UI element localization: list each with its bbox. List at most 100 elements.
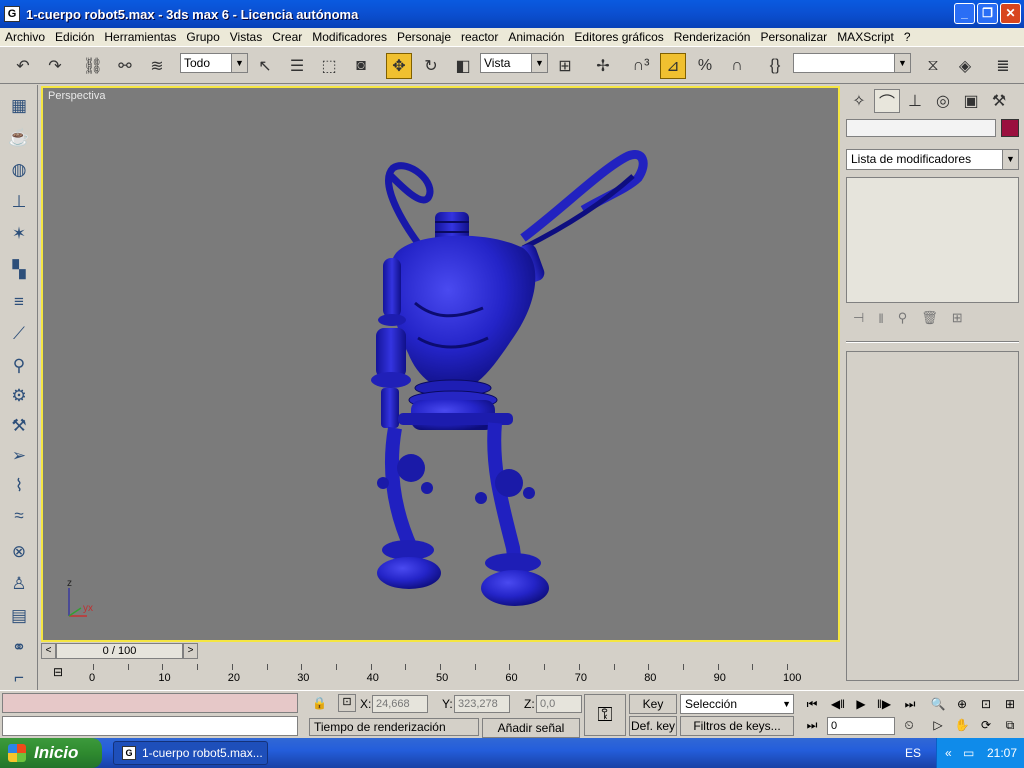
undo-icon[interactable]: ↶ xyxy=(10,53,36,79)
add-time-tag-button[interactable]: Añadir señal tiempo xyxy=(482,718,580,753)
modifier-list-dropdown[interactable]: Lista de modificadores ▼ xyxy=(846,149,1019,170)
select-by-name-icon[interactable]: ☰ xyxy=(284,53,310,79)
track-bar[interactable]: ⊟ 0 10 20 30 40 50 60 70 80 90 100 xyxy=(41,662,840,687)
select-and-scale-icon[interactable]: ◧ xyxy=(450,53,476,79)
bind-space-warp-icon[interactable]: ≋ xyxy=(144,53,170,79)
link-icon[interactable]: ⛓ xyxy=(80,53,106,79)
time-slider-prev[interactable]: < xyxy=(41,643,56,659)
rectangular-selection-icon[interactable]: ⬚ xyxy=(316,53,342,79)
tray-arrow-icon[interactable]: « xyxy=(945,738,952,768)
language-indicator[interactable]: ES xyxy=(905,738,921,768)
menu-vistas[interactable]: Vistas xyxy=(225,30,267,44)
pan-icon[interactable]: ✋ xyxy=(952,715,972,735)
time-slider-thumb[interactable]: 0 / 100 xyxy=(56,643,183,659)
snap-3d-icon[interactable]: ∩³ xyxy=(628,53,654,79)
previous-frame-icon[interactable]: ◀‖ xyxy=(828,694,848,714)
unlink-icon[interactable]: ⚯ xyxy=(112,53,138,79)
menu-archivo[interactable]: Archivo xyxy=(0,30,50,44)
pin-stack-icon[interactable]: ⊣ xyxy=(853,310,864,326)
bone-icon[interactable]: ⌐ xyxy=(6,665,32,691)
key-filters-button[interactable]: Filtros de keys... xyxy=(680,716,794,736)
pivot-center-icon[interactable]: ⊞ xyxy=(552,53,578,79)
go-to-start-icon[interactable]: ⏮ xyxy=(802,694,822,714)
star-icon[interactable]: ✶ xyxy=(6,221,32,247)
layer-manager-icon[interactable]: ≣ xyxy=(990,53,1016,79)
chain-icon[interactable]: ⚭ xyxy=(6,635,32,661)
window-crossing-icon[interactable]: ◙ xyxy=(348,53,374,79)
wrench-icon[interactable]: ⚒ xyxy=(6,413,32,439)
maximize-button[interactable]: ❐ xyxy=(977,3,998,24)
menu-help[interactable]: ? xyxy=(899,30,916,44)
current-frame-field[interactable]: 0 xyxy=(827,717,895,735)
make-unique-icon[interactable]: ⚲ xyxy=(898,310,908,326)
maximize-viewport-icon[interactable]: ⧉ xyxy=(1000,715,1020,735)
redo-icon[interactable]: ↷ xyxy=(42,53,68,79)
cloth-icon[interactable]: ▤ xyxy=(6,603,32,629)
prompt-line[interactable] xyxy=(2,716,298,736)
manipulate-icon[interactable]: ✢ xyxy=(590,53,616,79)
lock-selection-icon[interactable]: 🔒 xyxy=(312,696,327,710)
menu-modificadores[interactable]: Modificadores xyxy=(307,30,392,44)
zoom-all-icon[interactable]: ⊕ xyxy=(952,694,972,714)
create-tab-icon[interactable]: ✧ xyxy=(846,89,872,113)
menu-crear[interactable]: Crear xyxy=(267,30,307,44)
app-icon[interactable]: G xyxy=(4,6,20,22)
robot-model[interactable] xyxy=(43,88,838,640)
spinner-snap-icon[interactable]: ∩ xyxy=(724,53,750,79)
extrude-icon[interactable]: ≡ xyxy=(6,289,32,315)
hierarchy-tab-icon[interactable]: ⊥ xyxy=(902,89,928,113)
teapot-icon[interactable]: ☕ xyxy=(6,125,32,151)
z-coordinate-field[interactable]: 0,0 xyxy=(536,695,582,713)
ribbon-icon[interactable]: ⌇ xyxy=(6,473,32,499)
absolute-mode-icon[interactable]: ⊡ xyxy=(338,694,356,712)
angle-snap-icon[interactable]: ⊿ xyxy=(660,53,686,79)
configure-sets-icon[interactable]: ⊞ xyxy=(952,310,963,326)
time-configuration-icon[interactable]: ⏲ xyxy=(899,715,919,735)
utilities-tab-icon[interactable]: ⚒ xyxy=(986,89,1012,113)
cone-icon[interactable]: ⊥ xyxy=(6,189,32,215)
menu-edicion[interactable]: Edición xyxy=(50,30,99,44)
close-button[interactable]: ✕ xyxy=(1000,3,1021,24)
field-of-view-icon[interactable]: ▷ xyxy=(928,715,948,735)
select-and-move-icon[interactable]: ✥ xyxy=(386,53,412,79)
remove-modifier-icon[interactable]: 🗑 xyxy=(921,310,938,326)
object-name-field[interactable] xyxy=(846,119,996,137)
mirror-icon[interactable]: ⧖ xyxy=(920,53,946,79)
box-icon[interactable]: ▦ xyxy=(6,93,32,119)
zoom-icon[interactable]: 🔍 xyxy=(928,694,948,714)
reference-coord-dropdown[interactable]: Vista ▼ xyxy=(480,53,548,73)
wave-icon[interactable]: ≈ xyxy=(6,503,32,529)
zoom-extents-all-icon[interactable]: ⊞ xyxy=(1000,694,1020,714)
start-button[interactable]: Inicio xyxy=(0,738,102,768)
menu-herramientas[interactable]: Herramientas xyxy=(99,30,181,44)
clock[interactable]: 21:07 xyxy=(987,738,1017,768)
motion-tab-icon[interactable]: ◎ xyxy=(930,89,956,113)
menu-maxscript[interactable]: MAXScript xyxy=(832,30,899,44)
torus-knot-icon[interactable]: ⊗ xyxy=(6,539,32,565)
percent-snap-icon[interactable]: % xyxy=(692,53,718,79)
align-icon[interactable]: ◈ xyxy=(952,53,978,79)
taskbar-item-3dsmax[interactable]: G 1-cuerpo robot5.max... xyxy=(113,741,268,765)
edit-named-selection-icon[interactable]: {} xyxy=(762,53,788,79)
monitor-icon[interactable]: ▭ xyxy=(963,738,974,768)
sphere-icon[interactable]: ◍ xyxy=(6,157,32,183)
menu-personaje[interactable]: Personaje xyxy=(392,30,456,44)
arc-rotate-icon[interactable]: ⟳ xyxy=(976,715,996,735)
modifier-stack[interactable] xyxy=(846,177,1019,303)
curve-editor-icon[interactable]: ⊟ xyxy=(53,665,63,679)
selection-filter-dropdown[interactable]: Todo ▼ xyxy=(180,53,248,73)
maxscript-listener-mini[interactable] xyxy=(2,693,298,713)
named-selection-dropdown[interactable]: ▼ xyxy=(793,53,911,73)
select-and-rotate-icon[interactable]: ↻ xyxy=(418,53,444,79)
selection-set-dropdown[interactable]: Selección ▼ xyxy=(680,694,794,714)
gear-icon[interactable]: ⚙ xyxy=(6,383,32,409)
time-slider-next[interactable]: > xyxy=(183,643,198,659)
select-object-icon[interactable]: ↖ xyxy=(252,53,278,79)
auto-key-button[interactable]: Key auto xyxy=(629,694,677,729)
menu-reactor[interactable]: reactor xyxy=(456,30,503,44)
zoom-extents-icon[interactable]: ⊡ xyxy=(976,694,996,714)
taper-icon[interactable]: ⚲ xyxy=(6,353,32,379)
show-end-result-icon[interactable]: ‖ xyxy=(878,311,883,326)
x-coordinate-field[interactable]: 24,668 xyxy=(372,695,428,713)
display-tab-icon[interactable]: ▣ xyxy=(958,89,984,113)
